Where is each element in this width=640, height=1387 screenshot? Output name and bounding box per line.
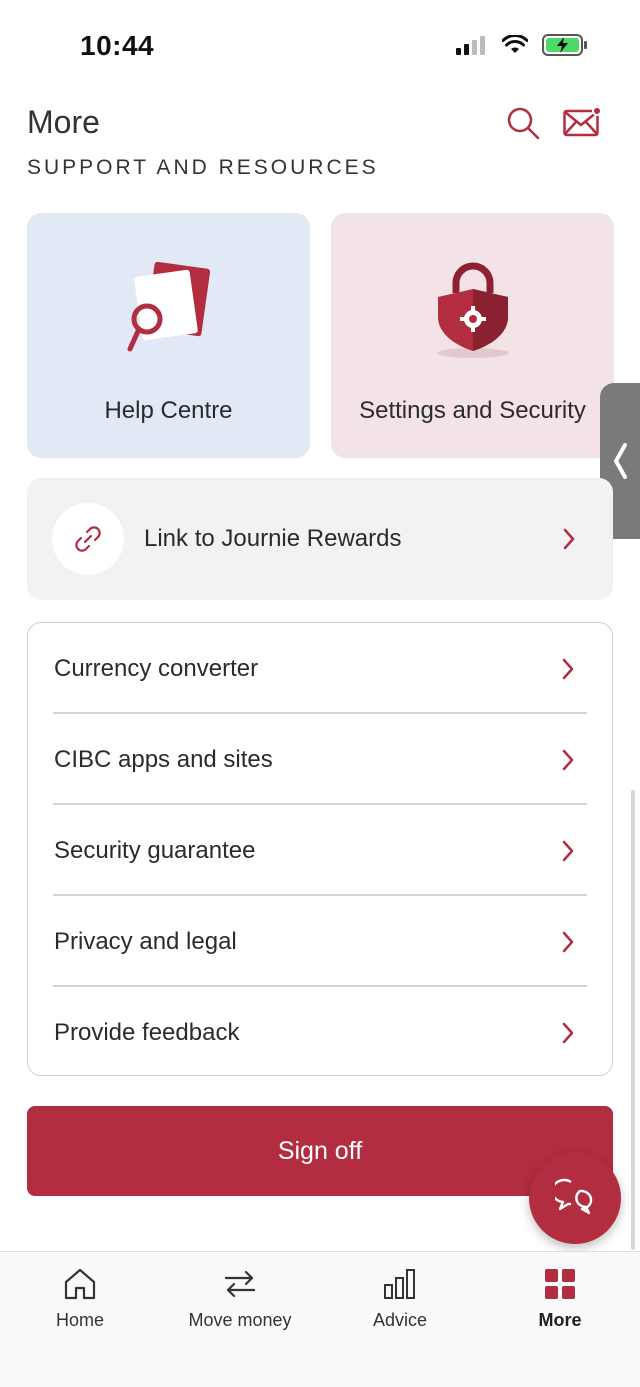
nav-more[interactable]: More	[480, 1252, 640, 1352]
sign-off-button[interactable]: Sign off	[27, 1106, 613, 1196]
list-item-label: Privacy and legal	[54, 927, 237, 955]
notification-dot	[592, 106, 602, 116]
messages-button[interactable]	[562, 104, 602, 142]
list-item-currency-converter[interactable]: Currency converter	[28, 623, 612, 714]
status-icons	[456, 34, 588, 56]
bottom-navigation: Home Move money Advice More	[0, 1251, 640, 1387]
link-rewards-label: Link to Journie Rewards	[144, 525, 402, 552]
chevron-right-icon	[561, 527, 577, 551]
status-time: 10:44	[80, 30, 155, 61]
list-item-privacy-legal[interactable]: Privacy and legal	[28, 896, 612, 987]
chat-bubbles-icon	[555, 1178, 593, 1215]
link-rewards-card[interactable]: Link to Journie Rewards	[27, 478, 613, 600]
search-button[interactable]	[504, 104, 542, 142]
list-item-label: Currency converter	[54, 654, 259, 682]
nav-label: Advice	[372, 1310, 428, 1330]
nav-home[interactable]: Home	[0, 1252, 160, 1352]
nav-label: Home	[55, 1310, 104, 1330]
shield-lock-icon	[413, 253, 533, 363]
list-item-label: Security guarantee	[54, 836, 256, 864]
transfer-icon	[222, 1266, 258, 1302]
settings-security-tile[interactable]: Settings and Security	[331, 213, 614, 458]
link-icon	[52, 503, 124, 575]
chevron-right-icon	[560, 930, 576, 954]
nav-advice[interactable]: Advice	[320, 1252, 480, 1352]
help-centre-label: Help Centre	[104, 397, 233, 424]
chat-button[interactable]	[529, 1152, 621, 1244]
wifi-icon	[502, 35, 528, 53]
signal-icon	[456, 36, 485, 55]
page-title: More	[27, 104, 100, 140]
help-document-icon	[109, 253, 229, 363]
battery-charging-icon	[542, 34, 587, 56]
list-item-cibc-apps[interactable]: CIBC apps and sites	[28, 714, 612, 805]
list-item-security-guarantee[interactable]: Security guarantee	[28, 805, 612, 896]
chevron-right-icon	[560, 1021, 576, 1045]
list-item-label: CIBC apps and sites	[54, 745, 273, 773]
nav-label: Move money	[188, 1310, 292, 1330]
chevron-right-icon	[560, 748, 576, 772]
chevron-right-icon	[560, 839, 576, 863]
nav-label: More	[538, 1310, 582, 1330]
nav-move-money[interactable]: Move money	[160, 1252, 320, 1352]
chart-icon	[382, 1266, 418, 1302]
settings-security-label: Settings and Security	[359, 397, 586, 424]
status-bar: 10:44	[0, 0, 640, 96]
list-item-provide-feedback[interactable]: Provide feedback	[28, 987, 612, 1078]
search-icon	[507, 107, 540, 140]
grid-icon	[542, 1266, 578, 1302]
list-item-label: Provide feedback	[54, 1018, 240, 1046]
chevron-left-icon	[614, 443, 627, 479]
help-centre-tile[interactable]: Help Centre	[27, 213, 310, 458]
section-heading: SUPPORT AND RESOURCES	[27, 156, 379, 179]
chevron-right-icon	[560, 657, 576, 681]
scroll-indicator	[631, 790, 635, 1250]
resources-list: Currency converter CIBC apps and sites S…	[27, 622, 613, 1076]
header-actions	[504, 104, 602, 142]
home-icon	[62, 1266, 98, 1302]
